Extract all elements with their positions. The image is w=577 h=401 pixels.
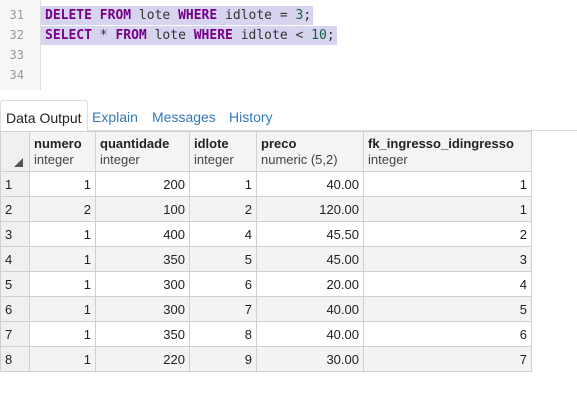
grid-header-row: numero integer quantidade integer idlote in… [0,131,532,172]
sql-text: idlote < [232,28,312,43]
table-row[interactable]: 3 1 400 4 45.50 2 [0,221,532,247]
table-cell[interactable]: 1 [189,171,257,197]
sql-keyword: FROM [99,8,132,23]
table-cell[interactable]: 40.00 [256,296,364,322]
line-number: 34 [9,68,24,82]
table-cell[interactable]: 220 [95,346,190,372]
table-cell[interactable]: 5 [189,246,257,272]
sql-text: ; [303,8,312,23]
table-cell[interactable]: 350 [95,321,190,347]
sql-keyword: WHERE [178,8,218,23]
table-cell[interactable]: 45.00 [256,246,364,272]
row-number[interactable]: 3 [0,221,30,247]
sql-keyword: WHERE [193,28,233,43]
table-cell[interactable]: 300 [95,271,190,297]
sql-text: ; [326,28,335,43]
table-cell[interactable]: 1 [363,171,532,197]
sql-text: lote [146,28,194,43]
table-cell[interactable]: 6 [363,321,532,347]
column-header-idlote[interactable]: idlote integer [189,131,257,172]
table-cell[interactable]: 1 [29,221,96,247]
table-cell[interactable]: 9 [189,346,257,372]
row-number[interactable]: 7 [0,321,30,347]
table-cell[interactable]: 2 [189,196,257,222]
table-row[interactable]: 1 1 200 1 40.00 1 [0,171,532,197]
table-cell[interactable]: 6 [189,271,257,297]
table-row[interactable]: 5 1 300 6 20.00 4 [0,271,532,297]
table-cell[interactable]: 100 [95,196,190,222]
sql-text: lote [131,8,179,23]
table-cell[interactable]: 40.00 [256,321,364,347]
table-cell[interactable]: 1 [29,321,96,347]
sql-number: 10 [311,28,327,43]
result-tab-bar: Data Output Explain Messages History [0,95,577,132]
row-number[interactable]: 8 [0,346,30,372]
table-cell[interactable]: 200 [95,171,190,197]
sql-text: idlote = [217,8,296,23]
code-line[interactable]: SELECT * FROM lote WHERE idlote < 10; [41,26,337,45]
column-header-preco[interactable]: preco numeric (5,2) [256,131,364,172]
table-cell[interactable]: 1 [29,296,96,322]
column-header-quantidade[interactable]: quantidade integer [95,131,190,172]
table-cell[interactable]: 2 [29,196,96,222]
sql-keyword: DELETE [45,8,92,23]
column-header-numero[interactable]: numero integer [29,131,96,172]
table-cell[interactable]: 120.00 [256,196,364,222]
table-cell[interactable]: 4 [189,221,257,247]
row-number[interactable]: 5 [0,271,30,297]
row-number[interactable]: 6 [0,296,30,322]
tab-data-output[interactable]: Data Output [0,100,88,132]
table-cell[interactable]: 400 [95,221,190,247]
sql-keyword: SELECT [45,28,92,43]
code-line[interactable] [41,66,45,85]
sql-editor[interactable]: 31 DELETE FROM lote WHERE idlote = 3; 32 SE… [0,0,577,90]
data-output-grid[interactable]: numero integer quantidade integer idlote in… [0,131,532,372]
table-cell[interactable]: 30.00 [256,346,364,372]
table-cell[interactable]: 1 [29,346,96,372]
row-number[interactable]: 1 [0,171,30,197]
table-cell[interactable]: 20.00 [256,271,364,297]
table-cell[interactable]: 7 [363,346,532,372]
line-number: 32 [9,28,24,42]
code-line[interactable] [41,46,45,65]
line-number: 31 [9,8,24,22]
column-header-fk-ingresso-idingresso[interactable]: fk_ingresso_idingresso integer [363,131,532,172]
table-cell[interactable]: 350 [95,246,190,272]
table-cell[interactable]: 45.50 [256,221,364,247]
line-number: 33 [9,48,24,62]
table-cell[interactable]: 3 [363,246,532,272]
table-row[interactable]: 8 1 220 9 30.00 7 [0,346,532,372]
select-all-icon [14,158,23,167]
row-number[interactable]: 4 [0,246,30,272]
table-cell[interactable]: 7 [189,296,257,322]
table-row[interactable]: 7 1 350 8 40.00 6 [0,321,532,347]
table-row[interactable]: 6 1 300 7 40.00 5 [0,296,532,322]
table-cell[interactable]: 8 [189,321,257,347]
select-all-corner[interactable] [0,131,30,172]
table-cell[interactable]: 300 [95,296,190,322]
table-cell[interactable]: 2 [363,221,532,247]
row-number[interactable]: 2 [0,196,30,222]
table-cell[interactable]: 40.00 [256,171,364,197]
sql-text: * [91,28,116,43]
table-cell[interactable]: 4 [363,271,532,297]
code-line[interactable]: DELETE FROM lote WHERE idlote = 3; [41,6,314,25]
table-cell[interactable]: 5 [363,296,532,322]
table-cell[interactable]: 1 [29,271,96,297]
table-cell[interactable]: 1 [363,196,532,222]
table-cell[interactable]: 1 [29,246,96,272]
tab-explain[interactable]: Explain [92,109,138,125]
table-row[interactable]: 2 2 100 2 120.00 1 [0,196,532,222]
table-cell[interactable]: 1 [29,171,96,197]
sql-keyword: FROM [115,28,147,43]
tab-history[interactable]: History [229,109,273,125]
tab-messages[interactable]: Messages [152,109,216,125]
table-row[interactable]: 4 1 350 5 45.00 3 [0,246,532,272]
